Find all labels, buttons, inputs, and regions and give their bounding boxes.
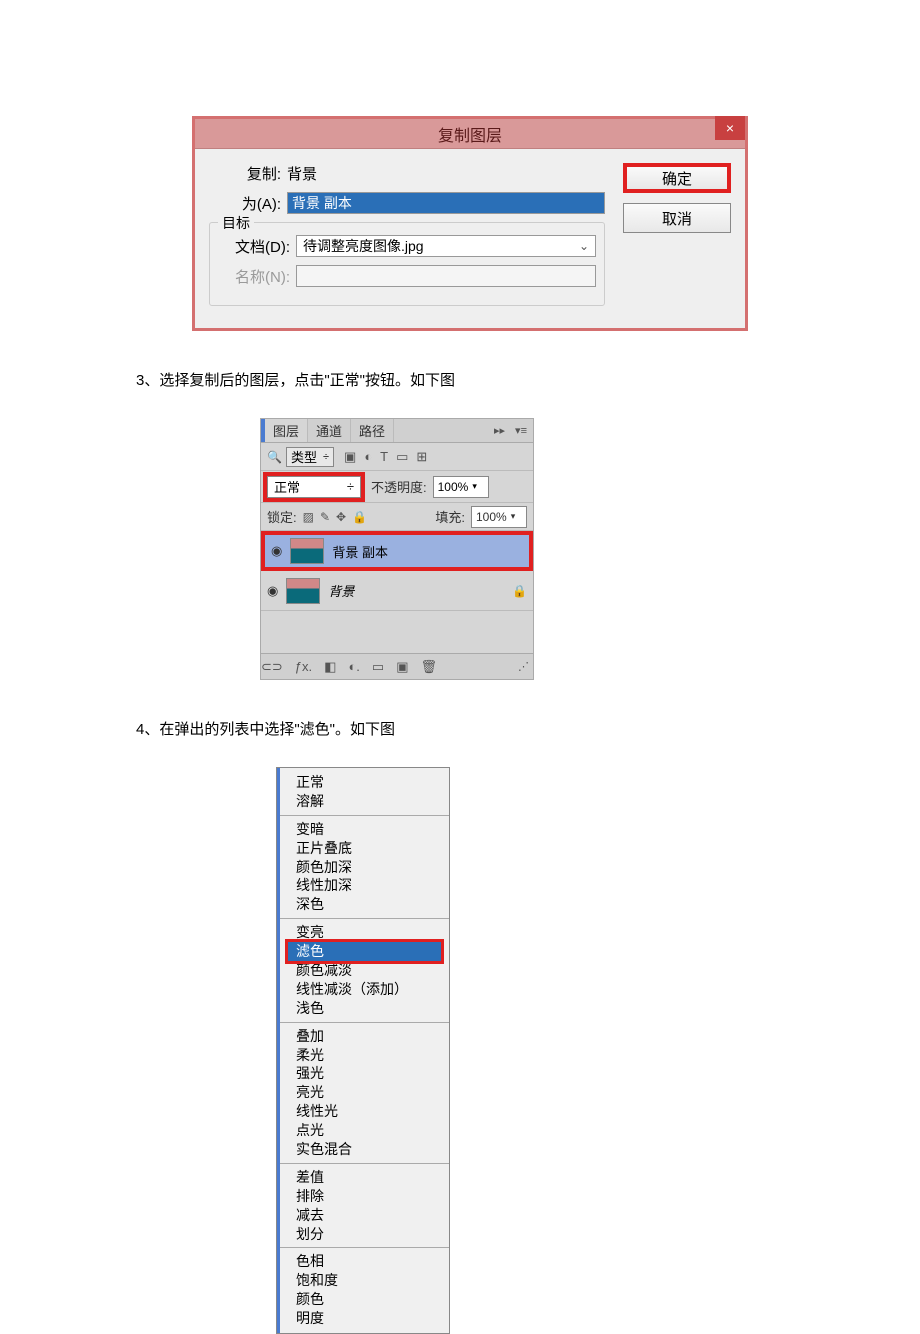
layer-name: 背景 [328, 581, 504, 600]
updown-icon: ÷ [323, 451, 329, 463]
opacity-value: 100% [438, 480, 469, 494]
filter-shape-icon[interactable]: ▭ [396, 449, 408, 465]
mask-icon[interactable]: ◧ [324, 659, 336, 675]
blend-item[interactable]: 正片叠底 [288, 839, 441, 858]
dialog-titlebar[interactable]: 复制图层 × [195, 119, 745, 149]
opacity-label: 不透明度: [371, 477, 427, 496]
blend-item[interactable]: 浅色 [288, 999, 441, 1018]
blend-item[interactable]: 饱和度 [288, 1271, 441, 1290]
blend-mode-value: 正常 [274, 477, 300, 496]
collapse-icon[interactable]: ▸▸ [494, 424, 505, 437]
fill-label: 填充: [435, 507, 465, 526]
layer-item-selected[interactable]: ◉ 背景 副本 [261, 531, 533, 571]
opacity-input[interactable]: 100% ▾ [433, 476, 489, 498]
target-label: 目标 [218, 213, 254, 233]
tab-paths[interactable]: 路径 [351, 419, 394, 442]
blend-item[interactable]: 排除 [288, 1187, 441, 1206]
document-label: 文档(D): [218, 236, 290, 257]
blend-item[interactable]: 点光 [288, 1121, 441, 1140]
filter-type-select[interactable]: 类型 ÷ [286, 447, 334, 467]
fx-icon[interactable]: ƒx. [295, 659, 312, 674]
visibility-eye-icon[interactable]: ◉ [267, 583, 278, 599]
blend-item[interactable]: 色相 [288, 1252, 441, 1271]
layer-thumbnail [286, 578, 320, 604]
folder-icon[interactable]: ▭ [372, 659, 384, 675]
blend-item[interactable]: 正常 [288, 773, 441, 792]
blend-item[interactable]: 颜色 [288, 1290, 441, 1309]
panel-menu-icon[interactable]: ▾≡ [515, 424, 527, 437]
document-select[interactable]: 待调整亮度图像.jpg ⌄ [296, 235, 596, 257]
lock-pixels-icon[interactable]: ✎ [320, 510, 330, 524]
adjustment-icon[interactable]: ◐. [348, 659, 359, 674]
cancel-button[interactable]: 取消 [623, 203, 731, 233]
blend-mode-select[interactable]: 正常 ÷ [267, 476, 361, 498]
blend-item[interactable]: 实色混合 [288, 1140, 441, 1159]
lock-position-icon[interactable]: ✥ [336, 510, 346, 524]
lock-transparency-icon[interactable]: ▨ [303, 510, 314, 524]
blend-item[interactable]: 叠加 [288, 1027, 441, 1046]
copy-label: 复制: [209, 163, 281, 184]
trash-icon[interactable]: 🗑 [421, 659, 438, 675]
blend-item[interactable]: 颜色加深 [288, 858, 441, 877]
ok-button[interactable]: 确定 [623, 163, 731, 193]
blend-item-selected[interactable]: 滤色 [288, 942, 441, 961]
filter-adjust-icon[interactable]: ◐ [364, 449, 372, 465]
blend-item[interactable]: 变暗 [288, 820, 441, 839]
blend-item[interactable]: 划分 [288, 1225, 441, 1244]
as-input[interactable]: 背景 副本 [287, 192, 605, 214]
layers-footer: ⊂⊃ ƒx. ◧ ◐. ▭ ▣ 🗑 ⋰ [261, 653, 533, 679]
blend-item[interactable]: 线性光 [288, 1102, 441, 1121]
blend-item[interactable]: 变亮 [288, 923, 441, 942]
lock-icon: 🔒 [512, 584, 527, 598]
blend-item[interactable]: 颜色减淡 [288, 961, 441, 980]
blend-item[interactable]: 深色 [288, 895, 441, 914]
as-label: 为(A): [209, 193, 281, 214]
new-layer-icon[interactable]: ▣ [396, 659, 408, 675]
target-fieldset: 目标 文档(D): 待调整亮度图像.jpg ⌄ 名称(N): [209, 222, 605, 306]
blend-item[interactable]: 差值 [288, 1168, 441, 1187]
blend-item[interactable]: 线性减淡（添加） [288, 980, 441, 999]
blend-item[interactable]: 亮光 [288, 1083, 441, 1102]
layer-item[interactable]: ◉ 背景 🔒 [261, 571, 533, 611]
visibility-eye-icon[interactable]: ◉ [271, 543, 282, 559]
opacity-arrow-icon: ▾ [472, 481, 477, 492]
tab-layers[interactable]: 图层 [265, 419, 308, 442]
name-input [296, 265, 596, 287]
lock-all-icon[interactable]: 🔒 [352, 510, 367, 524]
step-3-text: 3、选择复制后的图层，点击"正常"按钮。如下图 [136, 369, 920, 390]
chevron-down-icon: ⌄ [579, 239, 589, 253]
filter-text-icon[interactable]: T [380, 449, 388, 465]
fill-value: 100% [476, 510, 507, 524]
blend-item[interactable]: 线性加深 [288, 876, 441, 895]
type-label: 类型 [291, 447, 317, 466]
updown-icon: ÷ [347, 479, 354, 494]
document-value: 待调整亮度图像.jpg [303, 236, 424, 256]
layers-panel: 图层 通道 路径 ▸▸ ▾≡ 🔍 类型 ÷ ▣ ◐ T ▭ ⊞ 正常 ÷ 不透明… [260, 418, 534, 680]
tab-channels[interactable]: 通道 [308, 419, 351, 442]
layer-thumbnail [290, 538, 324, 564]
layer-name: 背景 副本 [332, 542, 523, 561]
blend-item[interactable]: 溶解 [288, 792, 441, 811]
lock-label: 锁定: [267, 507, 297, 526]
search-icon: 🔍 [267, 450, 282, 464]
blend-item[interactable]: 强光 [288, 1064, 441, 1083]
filter-smart-icon[interactable]: ⊞ [416, 449, 427, 465]
resize-grip-icon: ⋰ [518, 660, 529, 673]
name-label: 名称(N): [218, 266, 290, 287]
link-layers-icon[interactable]: ⊂⊃ [261, 659, 283, 675]
duplicate-layer-dialog: 复制图层 × 复制: 背景 为(A): 背景 副本 目标 文档(D): 待调整亮… [192, 116, 748, 331]
fill-input[interactable]: 100% ▾ [471, 506, 527, 528]
fill-arrow-icon: ▾ [511, 511, 516, 522]
copy-value: 背景 [287, 163, 317, 184]
blend-mode-dropdown[interactable]: 正常 溶解 变暗 正片叠底 颜色加深 线性加深 深色 变亮 滤色 颜色减淡 线性… [276, 767, 450, 1334]
filter-pixel-icon[interactable]: ▣ [344, 449, 356, 465]
blend-item[interactable]: 柔光 [288, 1046, 441, 1065]
blend-item[interactable]: 减去 [288, 1206, 441, 1225]
close-icon[interactable]: × [715, 116, 745, 140]
dialog-title: 复制图层 [438, 122, 502, 146]
step-4-text: 4、在弹出的列表中选择"滤色"。如下图 [136, 718, 920, 739]
blend-item[interactable]: 明度 [288, 1309, 441, 1328]
